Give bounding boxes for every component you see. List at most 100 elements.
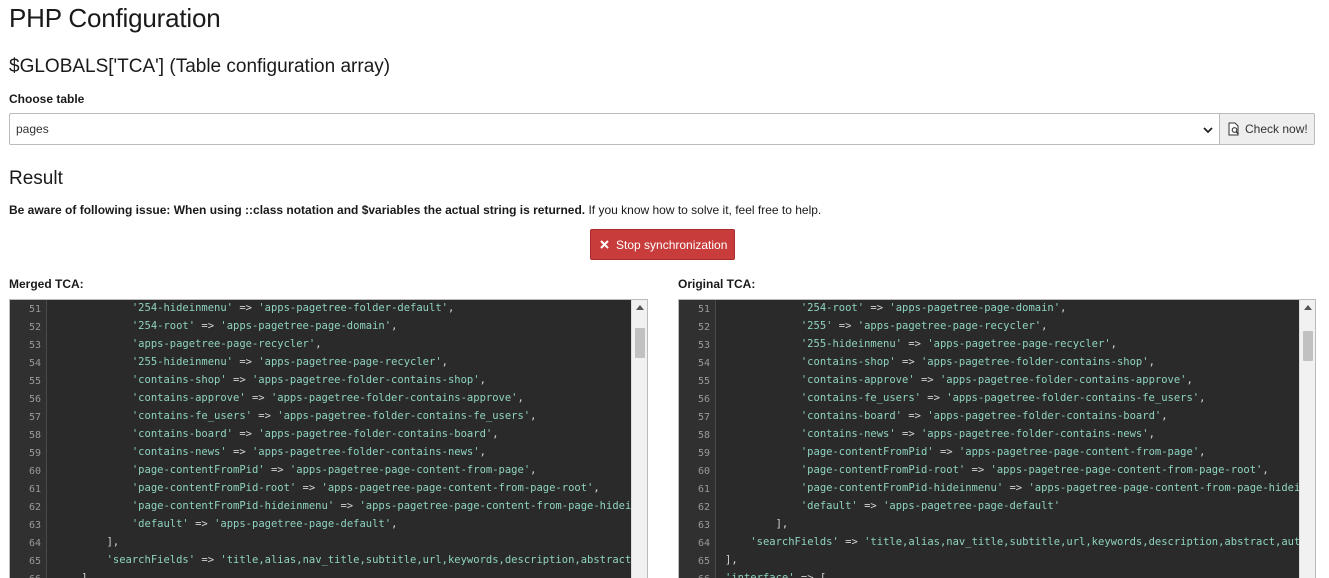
merged-scrollbar[interactable]: [631, 300, 647, 578]
code-tail: ,: [1110, 338, 1117, 350]
code-op: =>: [794, 572, 820, 578]
code-text: 'contains-news' => 'apps-pagetree-folder…: [725, 425, 1155, 443]
issue-notice: Be aware of following issue: When using …: [9, 203, 821, 217]
code-line: 59 'contains-news' => 'apps-pagetree-fol…: [10, 443, 631, 461]
stop-synchronization-button[interactable]: Stop synchronization: [590, 229, 735, 260]
code-text: 'contains-shop' => 'apps-pagetree-folder…: [725, 353, 1155, 371]
code-val: 'apps-pagetree-page-content-from-page-ro…: [321, 482, 594, 494]
original-scrollbar-thumb[interactable]: [1303, 331, 1313, 361]
code-tail: ,: [1262, 464, 1269, 476]
merged-tca-code-panel[interactable]: 51 '254-hideinmenu' => 'apps-pagetree-fo…: [9, 299, 648, 578]
code-op: =>: [226, 446, 252, 458]
code-tail: ],: [106, 536, 120, 548]
scroll-up-arrow-icon[interactable]: [1300, 300, 1316, 316]
code-key: 'contains-shop': [131, 374, 227, 386]
code-tail: ,: [517, 392, 524, 404]
code-tail: ,: [391, 320, 398, 332]
code-key: 'contains-fe_users': [800, 392, 921, 404]
code-text: ],: [725, 515, 789, 533]
code-op: =>: [233, 428, 259, 440]
code-key: '255-hideinmenu': [800, 338, 903, 350]
code-text: '254-hideinmenu' => 'apps-pagetree-folde…: [56, 300, 454, 317]
code-text: 'page-contentFromPid' => 'apps-pagetree-…: [56, 461, 537, 479]
code-line: 66 'interface' => [: [679, 569, 1299, 578]
table-select[interactable]: pages: [9, 113, 1220, 145]
code-op: =>: [965, 464, 991, 476]
code-key: 'searchFields': [106, 554, 196, 566]
original-scrollbar[interactable]: [1299, 300, 1315, 578]
code-key: 'apps-pagetree-page-recycler': [131, 338, 316, 350]
code-val: 'apps-pagetree-page-domain': [220, 320, 392, 332]
code-key: 'contains-board': [131, 428, 234, 440]
code-line: 51 '254-root' => 'apps-pagetree-page-dom…: [679, 300, 1299, 317]
scroll-up-arrow-icon[interactable]: [632, 300, 648, 316]
code-op: =>: [226, 374, 252, 386]
code-text: '255-hideinmenu' => 'apps-pagetree-page-…: [56, 353, 448, 371]
document-search-icon: [1228, 122, 1239, 136]
original-tca-code-panel[interactable]: 51 '254-root' => 'apps-pagetree-page-dom…: [678, 299, 1316, 578]
code-line: 53 '255-hideinmenu' => 'apps-pagetree-pa…: [679, 335, 1299, 353]
code-tail: ,: [391, 518, 398, 530]
code-line: 53 'apps-pagetree-page-recycler',: [10, 335, 631, 353]
code-text: 'contains-fe_users' => 'apps-pagetree-fo…: [56, 407, 537, 425]
code-val: 'apps-pagetree-page-content-from-page': [289, 464, 531, 476]
code-val: 'apps-pagetree-folder-contains-board': [927, 410, 1162, 422]
code-text: 'apps-pagetree-page-recycler',: [56, 335, 322, 353]
code-text: ],: [56, 533, 120, 551]
code-tail: ,: [479, 446, 486, 458]
code-text: ],: [56, 569, 94, 578]
code-line: 65],: [679, 551, 1299, 569]
code-line: 60 'page-contentFromPid-root' => 'apps-p…: [679, 461, 1299, 479]
code-text: 'page-contentFromPid-root' => 'apps-page…: [56, 479, 600, 497]
code-key: 'page-contentFromPid-hideinmenu': [800, 482, 1004, 494]
code-tail: ,: [1148, 428, 1155, 440]
code-op: =>: [264, 464, 290, 476]
code-line: 54 '255-hideinmenu' => 'apps-pagetree-pa…: [10, 353, 631, 371]
merged-tca-label: Merged TCA:: [9, 277, 84, 291]
code-tail: ],: [775, 518, 789, 530]
code-text: 'contains-board' => 'apps-pagetree-folde…: [725, 407, 1168, 425]
code-line: 51 '254-hideinmenu' => 'apps-pagetree-fo…: [10, 300, 631, 317]
code-line: 63 ],: [679, 515, 1299, 533]
code-lines: 51 '254-hideinmenu' => 'apps-pagetree-fo…: [10, 300, 647, 578]
code-op: =>: [334, 500, 360, 512]
code-op: =>: [902, 410, 928, 422]
merged-scrollbar-thumb[interactable]: [635, 328, 645, 358]
code-line: 61 'page-contentFromPid-root' => 'apps-p…: [10, 479, 631, 497]
code-key: 'contains-approve': [800, 374, 915, 386]
code-key: 'contains-approve': [131, 392, 246, 404]
code-op: =>: [188, 518, 215, 530]
code-text: 'contains-fe_users' => 'apps-pagetree-fo…: [725, 389, 1206, 407]
code-text: 'contains-board' => 'apps-pagetree-folde…: [56, 425, 499, 443]
stop-synchronization-label: Stop synchronization: [616, 237, 728, 252]
code-text: '254-root' => 'apps-pagetree-page-domain…: [56, 317, 398, 335]
check-now-button[interactable]: Check now!: [1219, 113, 1315, 145]
code-tail: ,: [1148, 356, 1155, 368]
code-text: 'page-contentFromPid-root' => 'apps-page…: [725, 461, 1269, 479]
code-key: '254-root': [800, 302, 865, 314]
code-val: 'apps-pagetree-page-content-from-page-ro…: [990, 464, 1263, 476]
code-key: 'contains-news': [800, 428, 896, 440]
table-select-value: pages: [16, 122, 49, 136]
line-number: 66: [10, 571, 41, 578]
result-heading: Result: [9, 168, 63, 189]
code-val: 'apps-pagetree-page-default': [214, 518, 392, 530]
code-line: 52 '254-root' => 'apps-pagetree-page-dom…: [10, 317, 631, 335]
code-text: 'interface' => [: [725, 569, 826, 578]
code-text: 'searchFields' => 'title,alias,nav_title…: [725, 533, 1315, 551]
code-text: 'default' => 'apps-pagetree-page-default…: [56, 515, 398, 533]
code-text: 'page-contentFromPid-hideinmenu' => 'app…: [725, 479, 1315, 497]
code-key: 'contains-fe_users': [131, 410, 252, 422]
